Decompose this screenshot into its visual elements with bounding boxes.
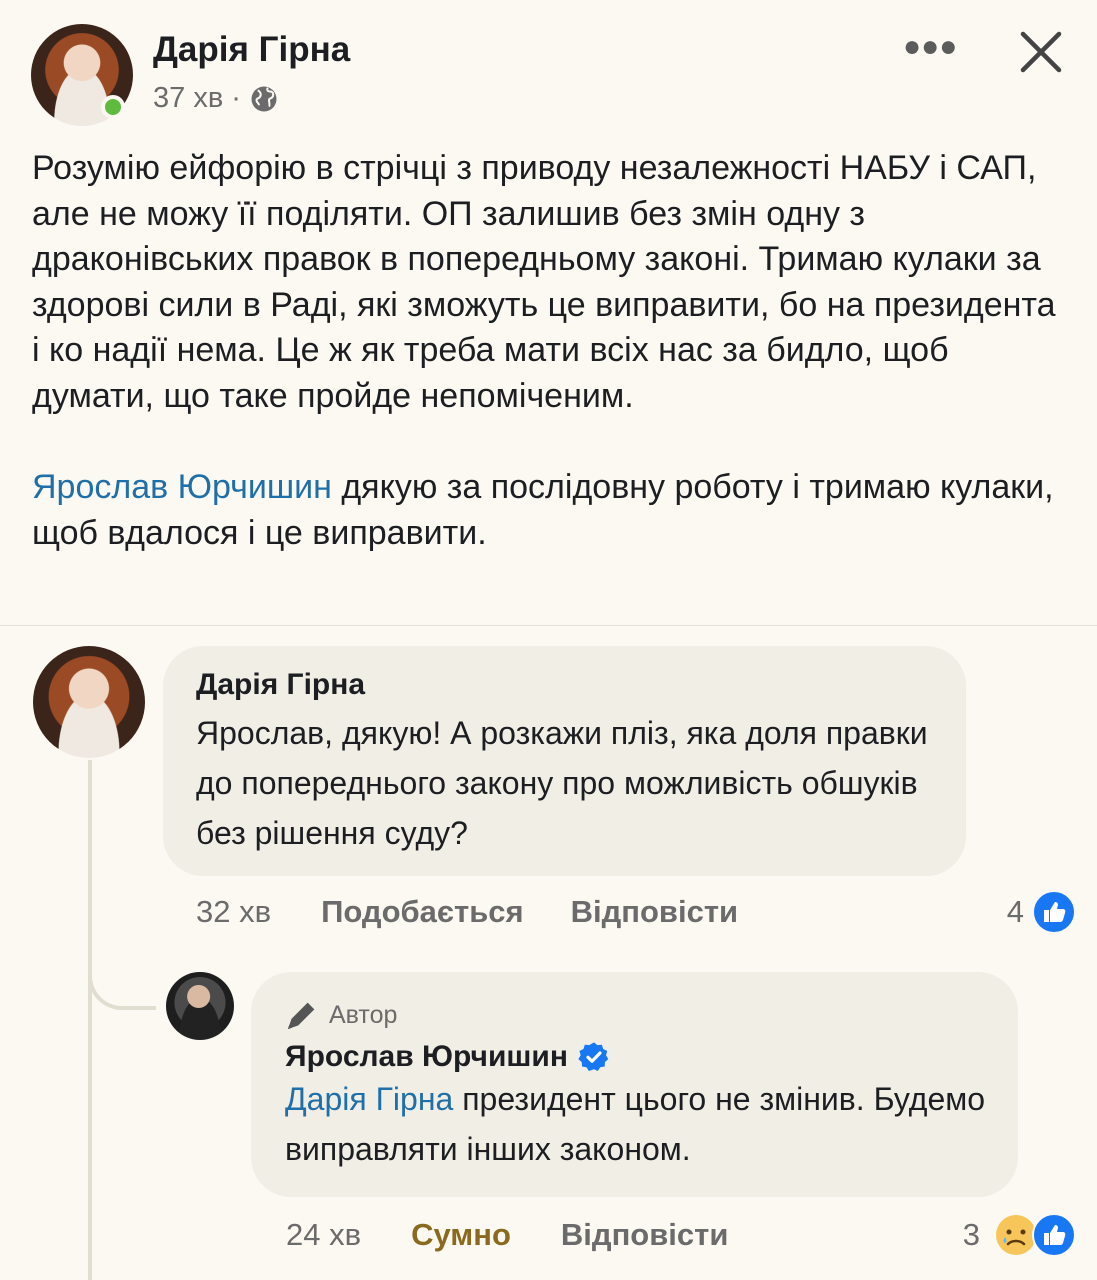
like-icon[interactable]	[1032, 1213, 1076, 1257]
reply-time[interactable]: 24 хв	[286, 1217, 361, 1253]
comment-text: Ярослав, дякую! А розкажи пліз, яка доля…	[196, 715, 928, 851]
reply-button[interactable]: Відповісти	[561, 1217, 729, 1253]
comment-actions: 32 хв Подобається Відповісти 4	[196, 890, 1076, 934]
comment-author[interactable]: Дарія Гірна	[196, 668, 934, 702]
reply-bubble: Автор Ярослав Юрчишин Дарія Гірна презид…	[251, 972, 1018, 1197]
reply-text: Дарія Гірна президент цього не змінив. Б…	[285, 1074, 988, 1174]
sad-reaction-button[interactable]: Сумно	[411, 1217, 511, 1253]
more-options-icon[interactable]: ●●●	[903, 30, 957, 66]
comment-time[interactable]: 32 хв	[196, 894, 271, 930]
reply-author-avatar[interactable]	[166, 972, 234, 1040]
post-header: Дарія Гірна 37 хв · ●●●	[0, 0, 1097, 140]
post-paragraph: Розумію ейфорію в стрічці з приводу неза…	[32, 149, 1056, 415]
reply-button[interactable]: Відповісти	[571, 894, 739, 930]
close-icon[interactable]	[1015, 26, 1067, 78]
thread-connector	[88, 940, 156, 1010]
mention-link[interactable]: Дарія Гірна	[285, 1081, 453, 1117]
pen-icon	[287, 1002, 315, 1030]
reply-actions: 24 хв Сумно Відповісти 3	[286, 1213, 1076, 1257]
post-meta: 37 хв ·	[153, 82, 279, 115]
comment-bubble: Дарія Гірна Ярослав, дякую! А розкажи пл…	[163, 646, 966, 876]
reply-author-row: Ярослав Юрчишин	[285, 1040, 988, 1074]
verified-icon	[578, 1042, 609, 1071]
commenter-avatar[interactable]	[33, 646, 145, 758]
like-icon[interactable]	[1032, 890, 1076, 934]
meta-separator: ·	[231, 82, 241, 114]
author-badge: Автор	[285, 998, 988, 1032]
post-body: Розумію ейфорію в стрічці з приводу неза…	[32, 146, 1072, 556]
divider	[0, 625, 1097, 626]
globe-icon	[251, 86, 277, 111]
post-paragraph: Ярослав Юрчишин дякую за послідовну робо…	[32, 465, 1072, 556]
reaction-count[interactable]: 4	[1007, 894, 1024, 930]
post-time[interactable]: 37 хв	[153, 82, 223, 115]
online-status-dot	[101, 95, 125, 119]
thread-line	[88, 760, 92, 1280]
author-name[interactable]: Дарія Гірна	[153, 30, 350, 70]
like-button[interactable]: Подобається	[321, 894, 524, 930]
author-badge-label: Автор	[329, 1000, 398, 1029]
reply-author[interactable]: Ярослав Юрчишин	[285, 1040, 568, 1074]
mention-link[interactable]: Ярослав Юрчишин	[32, 468, 332, 506]
reaction-count[interactable]: 3	[963, 1217, 980, 1253]
